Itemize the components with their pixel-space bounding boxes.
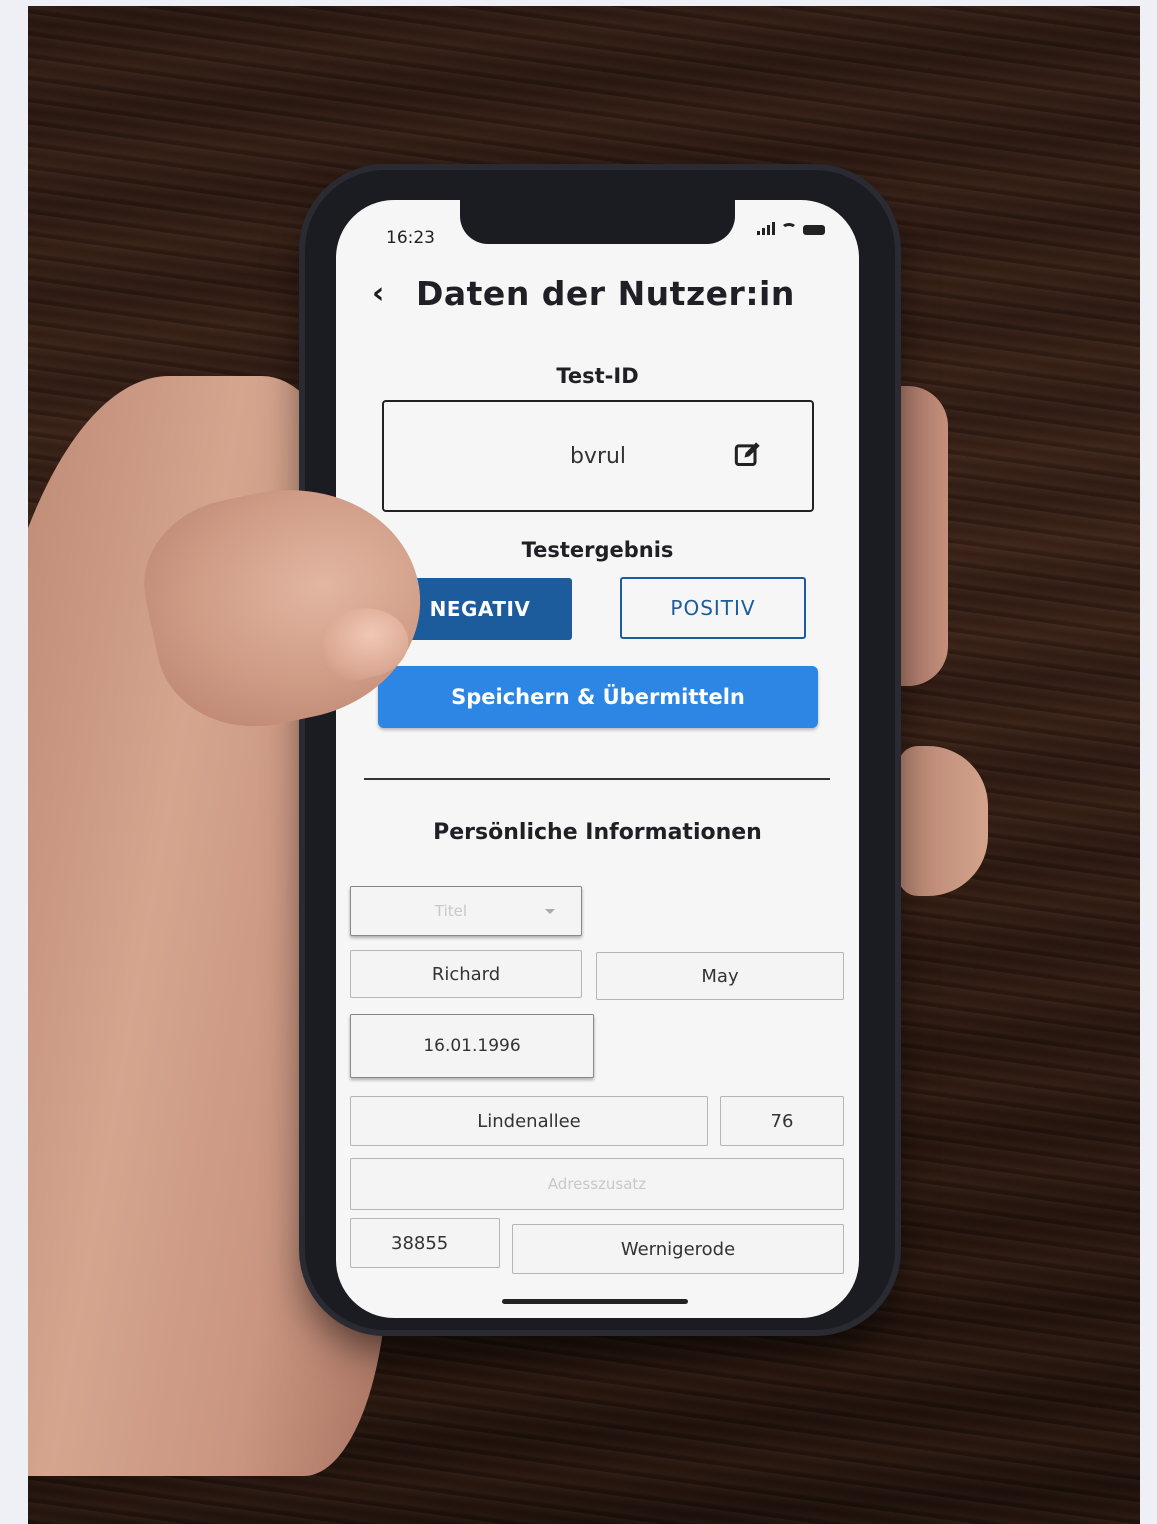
test-id-field[interactable]: bvrul: [382, 400, 814, 512]
battery-icon: [803, 225, 825, 235]
page-title: Daten der Nutzer:in: [416, 274, 795, 313]
house-number-field[interactable]: 76: [720, 1096, 844, 1146]
home-indicator[interactable]: [502, 1299, 688, 1304]
status-time: 16:23: [386, 228, 435, 248]
edit-icon[interactable]: [734, 440, 762, 468]
save-submit-button[interactable]: Speichern & Übermitteln: [378, 666, 818, 728]
postal-code-field[interactable]: 38855: [350, 1218, 500, 1268]
header: ‹ Daten der Nutzer:in: [372, 274, 795, 313]
first-name-field[interactable]: Richard: [350, 950, 582, 998]
street-field[interactable]: Lindenallee: [350, 1096, 708, 1146]
phone-screen: 16:23 ‹ Daten der Nutzer:in Test-ID bvru…: [336, 200, 859, 1318]
city-field[interactable]: Wernigerode: [512, 1224, 844, 1274]
status-icons: [757, 222, 825, 235]
test-id-value: bvrul: [569, 443, 627, 469]
chevron-left-icon[interactable]: ‹: [372, 276, 392, 311]
title-select-placeholder: Titel: [434, 902, 468, 920]
title-select[interactable]: Titel: [350, 886, 582, 936]
address-suffix-field[interactable]: Adresszusatz: [350, 1158, 844, 1210]
test-id-label: Test-ID: [556, 364, 639, 388]
test-result-label: Testergebnis: [521, 538, 674, 562]
hand-fingers-right: [888, 386, 948, 686]
divider: [364, 778, 830, 780]
chevron-down-icon: [545, 909, 555, 914]
hand-fingertip-right: [898, 746, 988, 896]
birth-date-field[interactable]: 16.01.1996: [350, 1014, 594, 1078]
notch: [460, 200, 735, 244]
signal-icon: [757, 222, 775, 235]
positive-button[interactable]: POSITIV: [620, 577, 806, 639]
last-name-field[interactable]: May: [596, 952, 844, 1000]
personal-info-heading: Persönliche Informationen: [433, 820, 762, 845]
wifi-icon: [781, 223, 797, 235]
